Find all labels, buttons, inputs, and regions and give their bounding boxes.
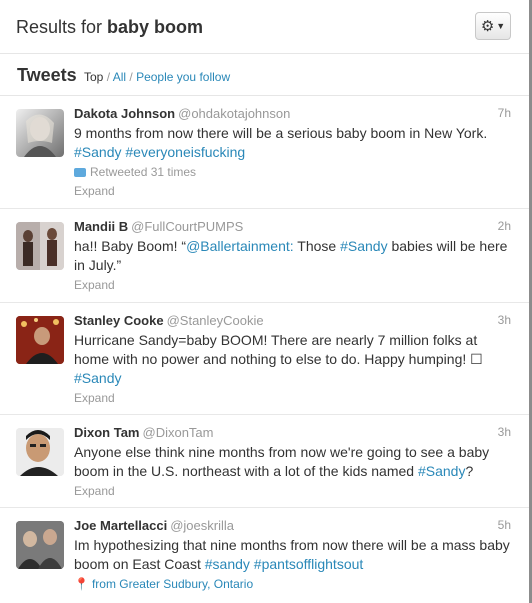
hashtag-link[interactable]: #Sandy [340, 238, 387, 254]
location-text[interactable]: from Greater Sudbury, Ontario [92, 577, 253, 591]
avatar-image [16, 316, 64, 364]
separator: / [103, 70, 113, 84]
avatar-image [16, 521, 64, 569]
avatar-image [16, 428, 64, 476]
tweet-timestamp[interactable]: 3h [498, 425, 511, 439]
avatar[interactable] [16, 521, 64, 569]
tweet-timestamp[interactable]: 2h [498, 219, 511, 233]
page-title: Results for baby boom [16, 17, 203, 38]
tweet-timestamp[interactable]: 7h [498, 106, 511, 120]
tweet-text: Im hypothesizing that nine months from n… [74, 536, 515, 574]
tweet-author-handle[interactable]: @ohdakotajohnson [178, 106, 290, 121]
hashtag-link[interactable]: #Sandy [74, 370, 121, 386]
tweet-author-name[interactable]: Dixon Tam [74, 425, 140, 440]
tweet-text-part: Those [293, 238, 341, 254]
retweet-icon [74, 168, 86, 177]
tab-all[interactable]: All [113, 70, 126, 84]
tab-people-you-follow[interactable]: People you follow [136, 70, 230, 84]
tweet-item[interactable]: Dakota Johnson @ohdakotajohnson 7h 9 mont… [0, 96, 529, 209]
results-header: Results for baby boom ⚙ ▼ [0, 0, 529, 54]
hashtag-link[interactable]: #Sandy [74, 144, 121, 160]
section-title: Tweets [17, 65, 77, 85]
tweet-filter-bar: Tweets Top / All / People you follow [0, 54, 529, 96]
expand-link[interactable]: Expand [74, 277, 515, 293]
settings-button[interactable]: ⚙ ▼ [475, 12, 511, 40]
tweet-text: Hurricane Sandy=baby BOOM! There are nea… [74, 331, 515, 388]
tweet-item[interactable]: Dixon Tam @DixonTam 3h Anyone else think … [0, 415, 529, 508]
hashtag-link[interactable]: #Sandy [418, 463, 465, 479]
tweet-author-handle[interactable]: @FullCourtPUMPS [131, 219, 243, 234]
expand-link[interactable]: Expand [74, 483, 515, 499]
retweet-count: Retweeted 31 times [74, 163, 515, 181]
hashtag-link[interactable]: #everyoneisfucking [125, 144, 245, 160]
tweet-item[interactable]: Joe Martellacci @joeskrilla 5h Im hypothe… [0, 508, 529, 603]
tweet-author-name[interactable]: Dakota Johnson [74, 106, 175, 121]
tweet-text: ha!! Baby Boom! “@Ballertainment: Those … [74, 237, 515, 275]
gear-icon: ⚙ [480, 18, 495, 35]
tweet-text-part: Hurricane Sandy=baby BOOM! There are nea… [74, 332, 483, 367]
avatar[interactable] [16, 316, 64, 364]
map-pin-icon: 📍 [74, 577, 89, 591]
tweet-author-name[interactable]: Mandii B [74, 219, 128, 234]
mention-link[interactable]: @Ballertainment: [186, 238, 294, 254]
hashtag-link[interactable]: #pantsofflightsout [254, 556, 364, 572]
avatar-image [16, 222, 64, 270]
tab-top[interactable]: Top [84, 70, 103, 84]
tweet-author-handle[interactable]: @joeskrilla [170, 518, 234, 533]
search-results-panel: Results for baby boom ⚙ ▼ Tweets Top / Al… [0, 0, 530, 603]
retweet-count-text: Retweeted 31 times [90, 165, 197, 179]
expand-link[interactable]: Expand [74, 390, 515, 406]
tweet-text-part: ? [465, 463, 474, 479]
tweet-text: 9 months from now there will be a seriou… [74, 124, 515, 162]
separator: / [126, 70, 137, 84]
filter-links: Top / All / People you follow [84, 70, 230, 84]
avatar-image [24, 114, 56, 157]
chevron-down-icon: ▼ [496, 21, 506, 31]
hashtag-link[interactable]: #sandy [205, 556, 250, 572]
title-prefix: Results for [16, 17, 108, 37]
tweet-location[interactable]: 📍 from Greater Sudbury, Ontario [74, 575, 515, 593]
tweet-item[interactable]: Stanley Cooke @StanleyCookie 3h Hurricane… [0, 303, 529, 415]
tweet-author-handle[interactable]: @StanleyCookie [167, 313, 264, 328]
tweet-text-part: 9 months from now there will be a seriou… [74, 125, 488, 141]
tweet-text-part: ha!! Baby Boom! “ [74, 238, 187, 254]
tweet-author-name[interactable]: Stanley Cooke [74, 313, 164, 328]
tweet-author-handle[interactable]: @DixonTam [143, 425, 214, 440]
expand-link[interactable]: Expand [74, 183, 515, 199]
tweet-author-name[interactable]: Joe Martellacci [74, 518, 167, 533]
avatar[interactable] [16, 428, 64, 476]
tweet-timestamp[interactable]: 3h [498, 313, 511, 327]
avatar[interactable] [16, 109, 64, 157]
tweet-item[interactable]: Mandii B @FullCourtPUMPS 2h ha!! Baby Boo… [0, 209, 529, 303]
tweet-timestamp[interactable]: 5h [498, 518, 511, 532]
search-query: baby boom [107, 17, 204, 37]
tweet-text: Anyone else think nine months from now w… [74, 443, 515, 481]
avatar[interactable] [16, 222, 64, 270]
